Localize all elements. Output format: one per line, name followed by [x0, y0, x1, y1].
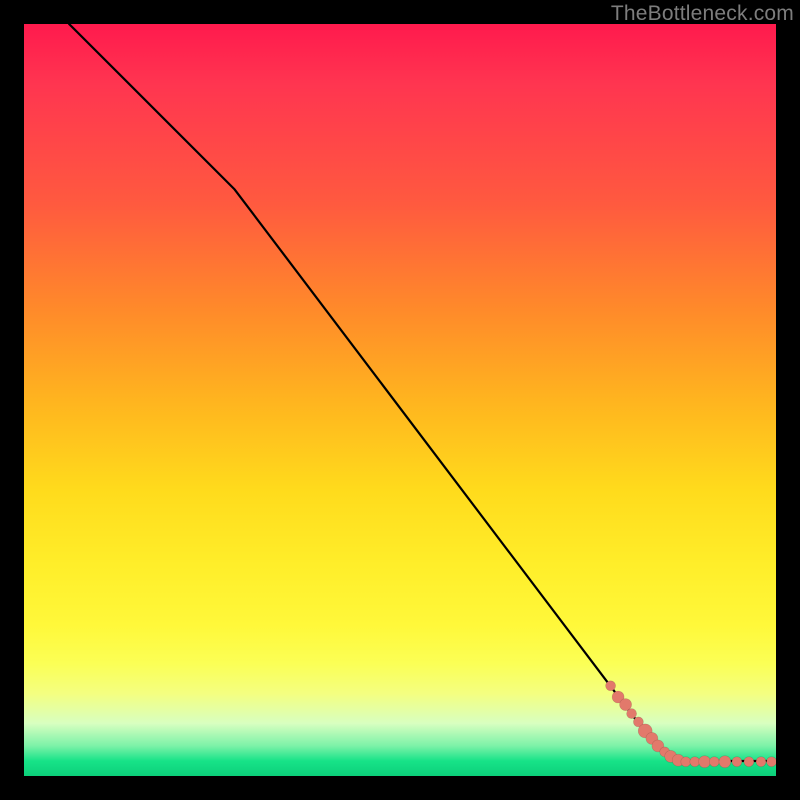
data-point — [756, 757, 766, 767]
data-point — [767, 757, 777, 767]
data-point — [709, 757, 719, 767]
data-point — [681, 757, 691, 767]
data-point — [719, 756, 731, 768]
data-point — [627, 709, 637, 719]
chart-stage: TheBottleneck.com — [0, 0, 800, 800]
plot-area — [24, 24, 776, 776]
attribution-label: TheBottleneck.com — [611, 2, 794, 26]
data-point — [606, 681, 616, 691]
data-point — [732, 757, 742, 767]
data-points-group — [606, 681, 776, 768]
bottleneck-curve — [69, 24, 776, 761]
chart-svg — [24, 24, 776, 776]
data-point — [699, 756, 711, 768]
data-point — [744, 757, 754, 767]
